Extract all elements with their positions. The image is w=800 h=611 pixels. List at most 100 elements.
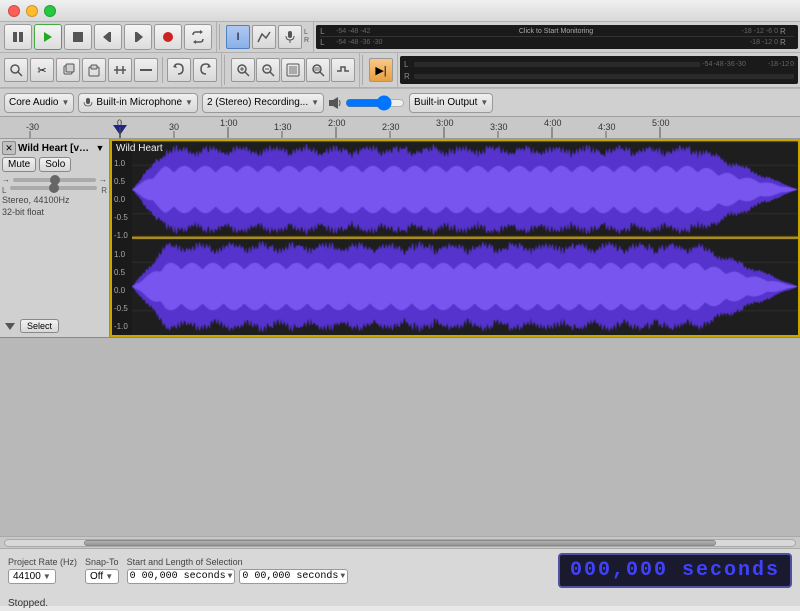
audio-host-select[interactable]: Core Audio ▼: [4, 93, 74, 113]
track-info: Stereo, 44100Hz 32-bit float: [2, 195, 107, 218]
waveform-area[interactable]: Wild Heart 1.0 0.5 0.0 -0.5 -1.0 1.0 0.5…: [110, 139, 800, 337]
db-label: -36: [360, 39, 370, 46]
maximize-button[interactable]: [44, 5, 56, 17]
pan-lr-labels: L R: [2, 186, 107, 195]
zoom-sel-btn[interactable]: [306, 58, 330, 82]
status-row2: Stopped.: [8, 596, 792, 611]
selection-group: Start and Length of Selection 0 00,000 s…: [127, 557, 550, 584]
silence-tool[interactable]: [134, 58, 158, 82]
recording-meter[interactable]: L -54 -48 -42 Click to Start Monitoring …: [316, 25, 798, 49]
zoom-tool[interactable]: [4, 58, 28, 82]
select-button[interactable]: Select: [20, 319, 59, 333]
db-label: -54: [336, 28, 346, 35]
mute-button[interactable]: Mute: [2, 157, 36, 172]
track-header: ✕ Wild Heart [vo... ▼: [2, 141, 107, 155]
svg-text:2:00: 2:00: [328, 118, 346, 128]
click-to-start[interactable]: Click to Start Monitoring: [519, 28, 593, 35]
timeline-ruler[interactable]: -30 0 30 1:00 1:30 2:00 2:30 3:00 3:30 4…: [0, 117, 800, 139]
db-label: -6: [766, 28, 772, 35]
snap-to-group: Snap-To Off ▼: [85, 557, 119, 584]
svg-text:1:30: 1:30: [274, 122, 292, 132]
chevron-down-icon: ▼: [185, 98, 193, 107]
svg-text:-30: -30: [26, 122, 39, 132]
playback-meter[interactable]: L -54-48-36-30-18-120 R: [400, 56, 798, 84]
selection-start[interactable]: 0 00,000 seconds ▼: [127, 569, 236, 584]
copy-tool[interactable]: [56, 58, 80, 82]
dropdown-arrow[interactable]: ▼: [340, 572, 345, 581]
db-label: -42: [360, 28, 370, 35]
draw-tool[interactable]: ✂: [30, 58, 54, 82]
zoom-toggle-btn[interactable]: [331, 58, 355, 82]
mic-icon: [83, 98, 93, 108]
input-device-select[interactable]: Built-in Microphone ▼: [78, 93, 198, 113]
waveform-canvas: [132, 141, 798, 335]
channels-select[interactable]: 2 (Stereo) Recording... ▼: [202, 93, 324, 113]
record-button[interactable]: [154, 24, 182, 50]
close-button[interactable]: [8, 5, 20, 17]
solo-button[interactable]: Solo: [39, 157, 71, 172]
minimize-button[interactable]: [26, 5, 38, 17]
track-container: ✕ Wild Heart [vo... ▼ Mute Solo → → L: [0, 139, 800, 338]
track-controls: ✕ Wild Heart [vo... ▼ Mute Solo → → L: [0, 139, 110, 337]
pause-button[interactable]: [4, 24, 32, 50]
redo-tool[interactable]: [193, 58, 217, 82]
snap-to-label: Snap-To: [85, 557, 119, 567]
mic-icon: [278, 25, 302, 49]
output-controls: [328, 96, 405, 110]
zoom-in-btn[interactable]: [231, 58, 255, 82]
divider: [362, 55, 363, 85]
db-label: -48: [348, 28, 358, 35]
hscroll-thumb[interactable]: [84, 540, 716, 546]
zoom-fit-btn[interactable]: [281, 58, 305, 82]
meter-label-L: L: [304, 29, 309, 37]
cursor-tool[interactable]: I: [226, 25, 250, 49]
db-label: -30: [372, 39, 382, 46]
stop-button[interactable]: [64, 24, 92, 50]
pan-slider-thumb[interactable]: [49, 183, 59, 193]
db-label: -12: [762, 39, 772, 46]
chevron-down-icon: ▼: [61, 98, 69, 107]
undo-tool[interactable]: [167, 58, 191, 82]
status-bar: Project Rate (Hz) 44100 ▼ Snap-To Off ▼ …: [0, 548, 800, 606]
next-button[interactable]: [124, 24, 152, 50]
mute-solo-controls: Mute Solo: [2, 157, 107, 172]
hscrollbar: [0, 536, 800, 548]
empty-track-area: [0, 338, 800, 536]
loop-button[interactable]: [184, 24, 212, 50]
track-area: ✕ Wild Heart [vo... ▼ Mute Solo → → L: [0, 139, 800, 536]
svg-text:3:30: 3:30: [490, 122, 508, 132]
output-device-select[interactable]: Built-in Output ▼: [409, 93, 493, 113]
paste-tool[interactable]: [82, 58, 106, 82]
hscroll-track[interactable]: [4, 539, 796, 547]
output-volume-slider[interactable]: [345, 97, 405, 109]
project-rate-value[interactable]: 44100 ▼: [8, 569, 56, 584]
svg-text:3:00: 3:00: [436, 118, 454, 128]
volume-slider-track: [13, 178, 96, 182]
pan-slider-track: [10, 186, 97, 190]
prev-button[interactable]: [94, 24, 122, 50]
db-label: -54: [336, 39, 346, 46]
chevron-down-icon: ▼: [311, 98, 319, 107]
track-close-button[interactable]: ✕: [2, 141, 16, 155]
zoom-out-btn[interactable]: [256, 58, 280, 82]
selection-length[interactable]: 0 00,000 seconds ▼: [239, 569, 348, 584]
snap-to-value[interactable]: Off ▼: [85, 569, 119, 584]
device-bar: Core Audio ▼ Built-in Microphone ▼ 2 (St…: [0, 88, 800, 116]
play-button[interactable]: [34, 24, 62, 50]
dropdown-arrow[interactable]: ▼: [228, 572, 233, 581]
meter-label-R: R: [304, 37, 309, 45]
svg-text:1:00: 1:00: [220, 118, 238, 128]
db-label: -18: [750, 39, 760, 46]
skip-start-btn[interactable]: ▶|: [369, 58, 393, 82]
svg-text:4:00: 4:00: [544, 118, 562, 128]
traffic-lights: [8, 5, 56, 17]
speaker-icon: [328, 96, 342, 110]
divider: [219, 24, 220, 50]
trim-tool[interactable]: [108, 58, 132, 82]
divider: [224, 55, 225, 85]
db-label: -48: [348, 39, 358, 46]
zoom-toolbar: [227, 53, 360, 87]
track-collapse-button[interactable]: ▼: [93, 141, 107, 155]
status-text: Stopped.: [8, 596, 48, 611]
envelope-tool[interactable]: [252, 25, 276, 49]
